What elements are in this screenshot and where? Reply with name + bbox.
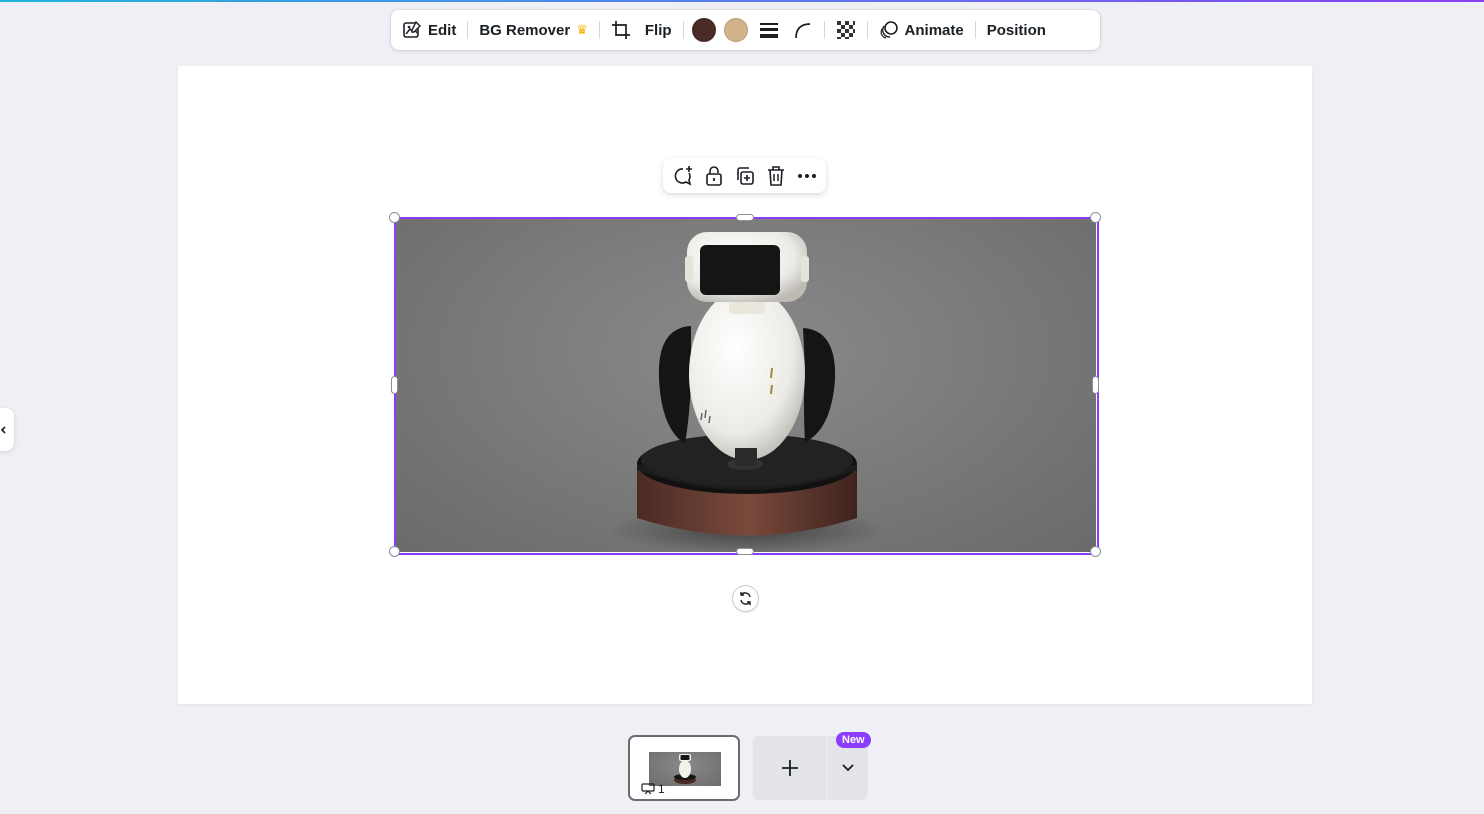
page-number: 1 [641, 782, 665, 796]
chevron-left-icon [0, 425, 6, 434]
unlock-icon [705, 165, 722, 186]
transparency-icon [836, 21, 855, 39]
color-swatch-tan[interactable] [723, 18, 748, 42]
crop-icon [611, 21, 630, 39]
animate-label: Animate [904, 21, 964, 39]
border-style-button[interactable] [752, 14, 786, 46]
comment-add-icon [674, 165, 692, 185]
new-badge: New [836, 732, 871, 748]
page-thumbnail[interactable]: 1 [628, 735, 740, 801]
trash-icon [767, 165, 784, 186]
rotate-handle[interactable] [733, 586, 758, 611]
bg-remover-label: BG Remover [479, 21, 571, 39]
divider [598, 21, 600, 39]
resize-handle-top[interactable] [736, 214, 754, 221]
element-context-menu [663, 158, 826, 193]
color-swatch-dark-brown[interactable] [691, 18, 716, 42]
resize-handle-right[interactable] [1092, 376, 1099, 394]
page-thumbnail-image [649, 752, 721, 786]
presentation-icon [641, 783, 655, 795]
resize-handle-top-right[interactable] [1090, 212, 1101, 223]
rotate-icon [740, 592, 751, 605]
resize-handle-left[interactable] [391, 376, 398, 394]
divider [823, 21, 825, 39]
add-comment-button[interactable] [669, 162, 697, 190]
add-page-button[interactable] [753, 736, 827, 800]
divider [974, 21, 976, 39]
corner-rounding-button[interactable] [786, 14, 820, 46]
resize-handle-top-left[interactable] [389, 212, 400, 223]
position-button[interactable]: Position [980, 14, 1053, 46]
animate-button[interactable]: Animate [872, 14, 971, 46]
divider [866, 21, 868, 39]
flip-button[interactable]: Flip [638, 14, 679, 46]
image-edit-icon [403, 20, 422, 38]
more-icon [797, 173, 816, 178]
bg-remover-button[interactable]: BG Remover ♛ [472, 14, 595, 46]
resize-handle-bottom-left[interactable] [389, 546, 400, 557]
divider [467, 21, 469, 39]
page-number-label: 1 [658, 782, 665, 796]
corner-radius-icon [794, 23, 810, 39]
divider [682, 21, 684, 39]
duplicate-icon [736, 166, 754, 185]
animate-icon [880, 21, 898, 39]
duplicate-button[interactable] [731, 162, 759, 190]
edit-label: Edit [428, 21, 457, 39]
delete-button[interactable] [762, 162, 790, 190]
robot-image [607, 232, 887, 552]
plus-icon [782, 760, 798, 776]
top-progress-line [0, 0, 1484, 2]
more-options-button[interactable] [793, 162, 821, 190]
chevron-down-icon [842, 764, 854, 772]
border-lines-icon [759, 23, 778, 38]
image-toolbar: Edit BG Remover ♛ Flip Animate Position [391, 10, 1100, 50]
resize-handle-bottom-right[interactable] [1090, 546, 1101, 557]
flip-label: Flip [644, 21, 672, 39]
position-label: Position [986, 21, 1046, 39]
crop-button[interactable] [604, 14, 638, 46]
transparency-button[interactable] [829, 14, 863, 46]
crown-icon: ♛ [576, 22, 588, 37]
edit-button[interactable]: Edit [395, 14, 463, 46]
resize-handle-bottom[interactable] [736, 548, 754, 555]
collapse-panel-button[interactable] [0, 408, 14, 451]
lock-button[interactable] [700, 162, 728, 190]
robot-photo[interactable] [395, 218, 1096, 552]
